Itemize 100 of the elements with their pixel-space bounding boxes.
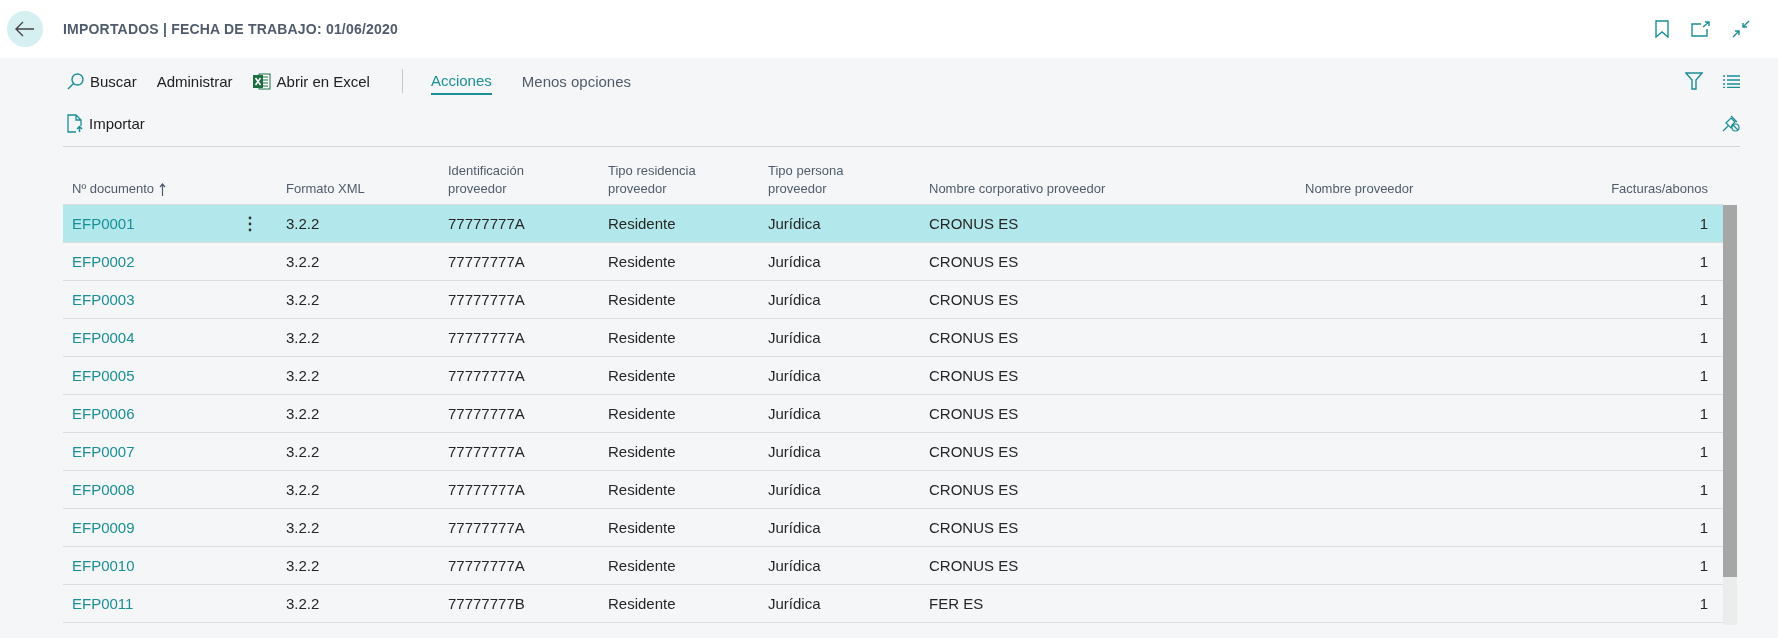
table-cell: Residente xyxy=(608,329,676,346)
table-cell: 77777777A xyxy=(448,443,525,460)
table-cell: 77777777A xyxy=(448,329,525,346)
document-link[interactable]: EFP0007 xyxy=(72,443,135,460)
table-cell: 1 xyxy=(1699,481,1708,498)
table-cell: 1 xyxy=(1699,405,1708,422)
table-cell: 3.2.2 xyxy=(286,329,320,346)
table-row[interactable]: EFP0006 3.2.2 77777777A Residente Jurídica CRONUS ES 1 xyxy=(63,395,1723,433)
bookmark-icon[interactable] xyxy=(1655,20,1669,38)
column-header[interactable]: Identificación proveedor xyxy=(448,162,558,198)
unpin-icon[interactable] xyxy=(1722,114,1740,132)
import-button[interactable]: Importar xyxy=(63,111,149,135)
table-row[interactable]: EFP0008 3.2.2 77777777A Residente Jurídica CRONUS ES 1 xyxy=(63,471,1723,509)
table-row[interactable]: EFP0011 3.2.2 77777777B Residente Jurídica FER ES 1 xyxy=(63,585,1723,623)
document-link[interactable]: EFP0011 xyxy=(72,595,134,612)
table-cell: Jurídica xyxy=(768,443,821,460)
table-cell: Jurídica xyxy=(768,481,821,498)
table-cell: 1 xyxy=(1699,329,1708,346)
table-cell: Residente xyxy=(608,519,676,536)
list-icon[interactable] xyxy=(1723,74,1740,88)
table-cell: CRONUS ES xyxy=(929,291,1019,308)
table-row[interactable]: EFP0007 3.2.2 77777777A Residente Jurídica CRONUS ES 1 xyxy=(63,433,1723,471)
table-cell: FER ES xyxy=(929,595,984,612)
table-cell: 3.2.2 xyxy=(286,291,320,308)
table-cell: Residente xyxy=(608,253,676,270)
table-cell: Residente xyxy=(608,405,676,422)
table-cell: 77777777B xyxy=(448,595,525,612)
less-options-button[interactable]: Menos opciones xyxy=(521,68,632,94)
table-row[interactable]: EFP0010 3.2.2 77777777A Residente Jurídica CRONUS ES 1 xyxy=(63,547,1723,585)
page-title: IMPORTADOS | FECHA DE TRABAJO: 01/06/2020 xyxy=(63,21,399,37)
table-cell: Jurídica xyxy=(768,253,821,270)
table-cell: 3.2.2 xyxy=(286,557,320,574)
back-button[interactable] xyxy=(7,11,43,47)
back-arrow-icon xyxy=(15,21,35,37)
table-row[interactable]: EFP0004 3.2.2 77777777A Residente Jurídica CRONUS ES 1 xyxy=(63,319,1723,357)
table-cell: 77777777A xyxy=(448,519,525,536)
spreadsheet-icon xyxy=(252,72,271,90)
table-cell: 77777777A xyxy=(448,557,525,574)
table-row[interactable]: EFP0002 3.2.2 77777777A Residente Jurídica CRONUS ES 1 xyxy=(63,243,1723,281)
document-link[interactable]: EFP0005 xyxy=(72,367,135,384)
column-header[interactable]: Tipo residencia proveedor xyxy=(608,162,718,198)
table-cell: 77777777A xyxy=(448,253,525,270)
table-cell: CRONUS ES xyxy=(929,253,1019,270)
table-cell: CRONUS ES xyxy=(929,443,1019,460)
table-cell: 1 xyxy=(1699,215,1708,232)
document-link[interactable]: EFP0009 xyxy=(72,519,135,536)
table-cell: Jurídica xyxy=(768,367,821,384)
collapse-icon[interactable] xyxy=(1732,20,1750,38)
table-cell: Jurídica xyxy=(768,557,821,574)
table-row[interactable]: EFP0005 3.2.2 77777777A Residente Jurídica CRONUS ES 1 xyxy=(63,357,1723,395)
search-icon xyxy=(67,72,84,90)
table-cell: Residente xyxy=(608,443,676,460)
table-row[interactable]: EFP0003 3.2.2 77777777A Residente Jurídica CRONUS ES 1 xyxy=(63,281,1723,319)
table-cell: CRONUS ES xyxy=(929,329,1019,346)
open-new-window-icon[interactable] xyxy=(1691,21,1710,37)
table-cell: Residente xyxy=(608,215,676,232)
table-row[interactable]: EFP0009 3.2.2 77777777A Residente Jurídica CRONUS ES 1 xyxy=(63,509,1723,547)
table-cell: 3.2.2 xyxy=(286,595,320,612)
table-cell: Residente xyxy=(608,481,676,498)
table-cell: 1 xyxy=(1699,367,1708,384)
table-cell: 1 xyxy=(1699,443,1708,460)
table-cell: 77777777A xyxy=(448,367,525,384)
filter-icon[interactable] xyxy=(1685,72,1703,90)
table-cell: CRONUS ES xyxy=(929,557,1019,574)
table-cell: CRONUS ES xyxy=(929,519,1019,536)
document-upload-icon xyxy=(67,113,83,133)
column-header[interactable]: Nº documento xyxy=(72,180,167,198)
column-header[interactable]: Tipo persona proveedor xyxy=(768,162,878,198)
table-cell: 3.2.2 xyxy=(286,367,320,384)
column-header[interactable]: Formato XML xyxy=(286,180,365,198)
search-button[interactable]: Buscar xyxy=(63,70,141,92)
document-link[interactable]: EFP0002 xyxy=(72,253,135,270)
table-cell: 3.2.2 xyxy=(286,481,320,498)
table-cell: 1 xyxy=(1699,557,1708,574)
document-link[interactable]: EFP0006 xyxy=(72,405,135,422)
document-link[interactable]: EFP0003 xyxy=(72,291,135,308)
table-cell: Jurídica xyxy=(768,291,821,308)
document-link[interactable]: EFP0008 xyxy=(72,481,135,498)
document-link[interactable]: EFP0004 xyxy=(72,329,135,346)
table-cell: 3.2.2 xyxy=(286,405,320,422)
table-cell: CRONUS ES xyxy=(929,405,1019,422)
more-options-icon[interactable] xyxy=(248,214,252,233)
column-header[interactable]: Nombre proveedor xyxy=(1305,180,1414,198)
open-in-excel-button[interactable]: Abrir en Excel xyxy=(248,70,374,92)
table-row[interactable]: EFP0001 3.2.2 77777777A Residente Jurídica CRONUS ES 1 xyxy=(63,205,1723,243)
column-header[interactable]: Facturas/abonos xyxy=(1611,180,1708,198)
sort-ascending-icon xyxy=(159,182,167,196)
table-cell: 77777777A xyxy=(448,481,525,498)
table-cell: CRONUS ES xyxy=(929,215,1019,232)
table-cell: Residente xyxy=(608,557,676,574)
table-cell: 77777777A xyxy=(448,215,525,232)
document-link[interactable]: EFP0010 xyxy=(72,557,135,574)
table-cell: CRONUS ES xyxy=(929,367,1019,384)
table-cell: Jurídica xyxy=(768,519,821,536)
table-cell: Jurídica xyxy=(768,215,821,232)
manage-button[interactable]: Administrar xyxy=(152,70,237,92)
actions-tab[interactable]: Acciones xyxy=(430,67,492,95)
column-header[interactable]: Nombre corporativo proveedor xyxy=(929,180,1106,198)
table-cell: 77777777A xyxy=(448,291,525,308)
table-cell: Jurídica xyxy=(768,405,821,422)
